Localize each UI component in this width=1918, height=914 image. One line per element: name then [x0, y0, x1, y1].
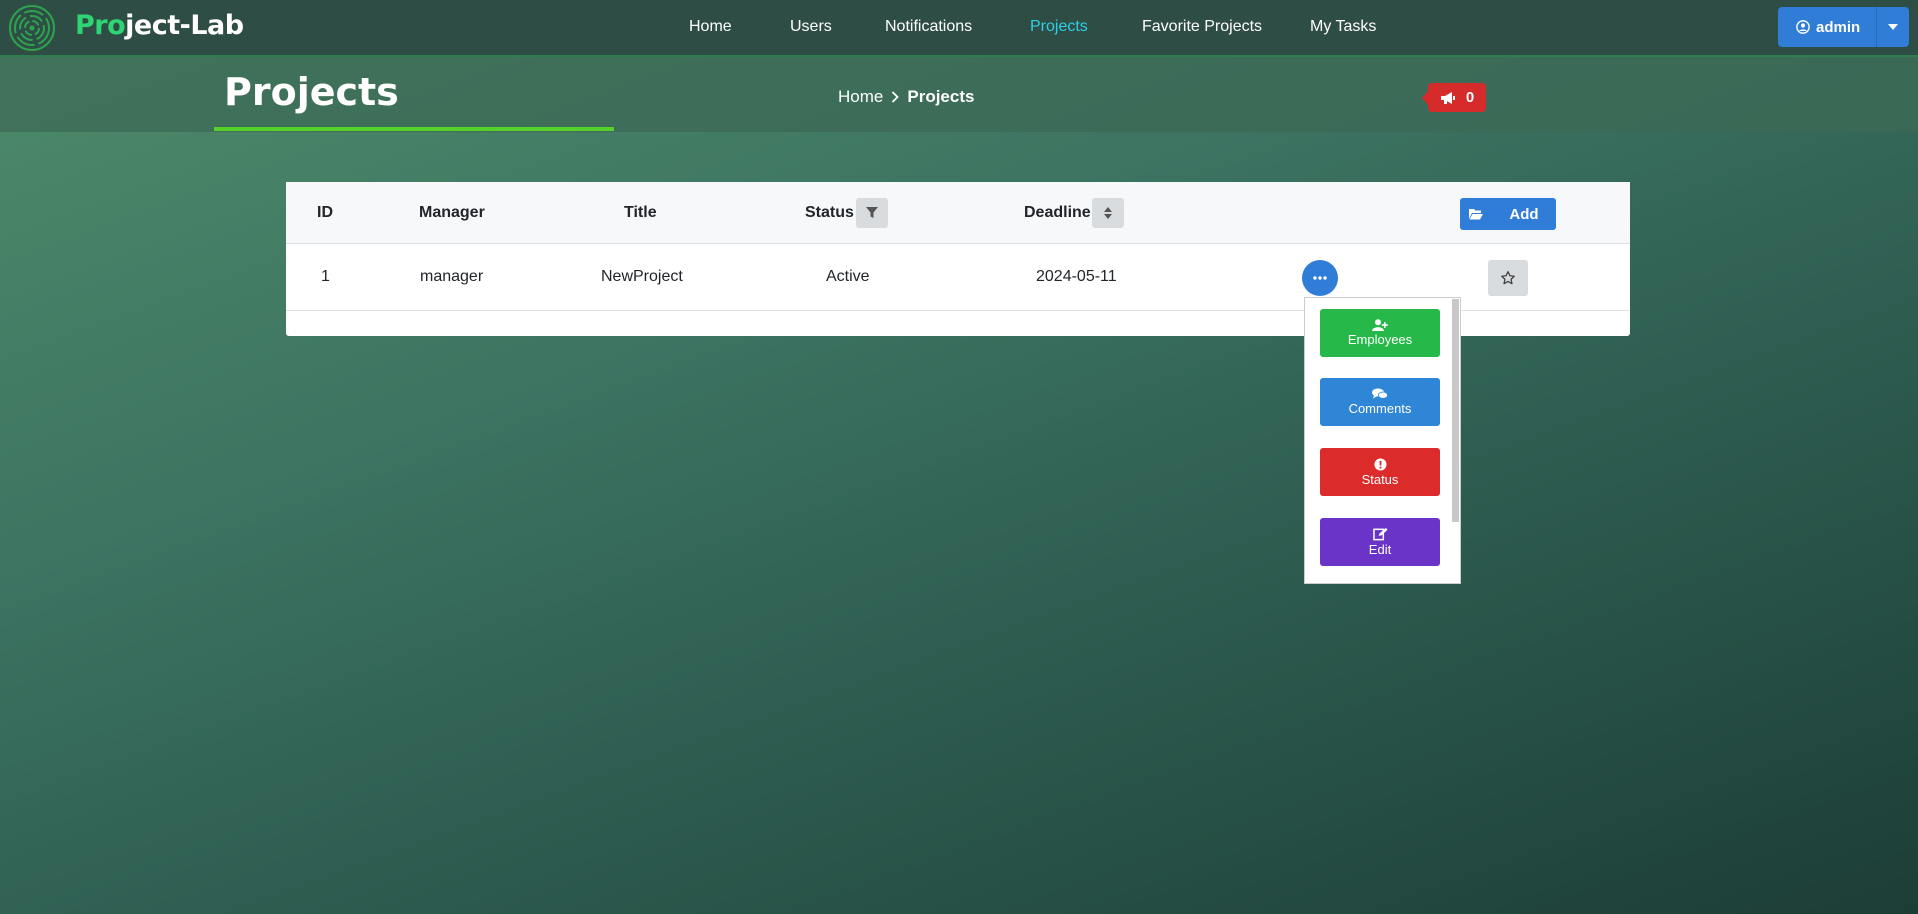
title-underline — [214, 127, 614, 131]
col-id: ID — [317, 204, 333, 221]
caret-down-icon — [1888, 24, 1898, 30]
comments-icon — [1372, 388, 1388, 399]
user-plus-icon — [1372, 319, 1388, 331]
edit-icon — [1372, 527, 1388, 541]
cell-status: Active — [826, 268, 870, 285]
nav-home[interactable]: Home — [689, 18, 732, 36]
user-menu-button[interactable]: admin — [1778, 7, 1909, 47]
employees-button[interactable]: Employees — [1320, 309, 1440, 357]
row-actions-button[interactable] — [1302, 260, 1338, 296]
cell-title: NewProject — [601, 268, 683, 285]
filter-icon — [866, 207, 878, 218]
add-button-label: Add — [1509, 205, 1539, 223]
breadcrumb-home[interactable]: Home — [838, 87, 883, 107]
page-title: Projects — [224, 70, 399, 114]
exclamation-circle-icon — [1373, 457, 1387, 471]
nav-my-tasks[interactable]: My Tasks — [1310, 18, 1376, 36]
chevron-right-icon — [892, 91, 900, 103]
add-button-icon-wrap — [1460, 198, 1492, 230]
star-icon — [1501, 271, 1515, 285]
edit-button[interactable]: Edit — [1320, 518, 1440, 566]
cell-deadline: 2024-05-11 — [1036, 268, 1117, 285]
folder-open-icon — [1469, 209, 1483, 220]
col-manager: Manager — [419, 204, 485, 221]
edit-label: Edit — [1368, 542, 1392, 557]
sort-icon — [1104, 207, 1112, 219]
add-project-button[interactable]: Add — [1460, 198, 1556, 230]
table-header: ID Manager Title Status Deadline Add — [286, 182, 1630, 244]
nav-users[interactable]: Users — [790, 18, 832, 36]
nav-projects[interactable]: Projects — [1030, 18, 1088, 36]
cell-manager: manager — [420, 268, 484, 285]
deadline-sort-button[interactable] — [1092, 198, 1124, 228]
nav-favorite-projects[interactable]: Favorite Projects — [1142, 18, 1262, 36]
row-actions-menu: Employees Comments Status Edit — [1304, 297, 1461, 584]
breadcrumb: Home Projects — [838, 87, 974, 107]
user-menu-main[interactable]: admin — [1778, 7, 1876, 47]
employees-label: Employees — [1347, 332, 1413, 347]
comments-label: Comments — [1348, 401, 1412, 416]
status-label: Status — [1361, 471, 1399, 487]
status-filter-button[interactable] — [856, 198, 888, 228]
favorite-button[interactable] — [1488, 260, 1528, 296]
bullhorn-icon — [1440, 91, 1455, 104]
menu-scrollbar[interactable] — [1452, 299, 1459, 522]
col-deadline: Deadline — [1024, 204, 1091, 221]
nav-notifications[interactable]: Notifications — [885, 18, 972, 36]
col-status: Status — [805, 204, 854, 221]
ellipsis-icon — [1313, 276, 1327, 280]
user-circle-icon — [1796, 20, 1810, 34]
cell-id: 1 — [321, 268, 330, 285]
top-navbar: Project-Lab Home Users Notifications Pro… — [0, 0, 1918, 57]
status-button[interactable]: Status — [1320, 448, 1440, 496]
user-name: admin — [1816, 18, 1861, 36]
notification-count: 0 — [1465, 89, 1475, 106]
user-menu-toggle[interactable] — [1876, 7, 1909, 47]
nav-links: Home Users Notifications Projects Favori… — [0, 18, 1918, 40]
notification-badge[interactable]: 0 — [1422, 83, 1486, 112]
comments-button[interactable]: Comments — [1320, 378, 1440, 426]
col-title: Title — [624, 204, 657, 221]
breadcrumb-current: Projects — [907, 87, 975, 106]
